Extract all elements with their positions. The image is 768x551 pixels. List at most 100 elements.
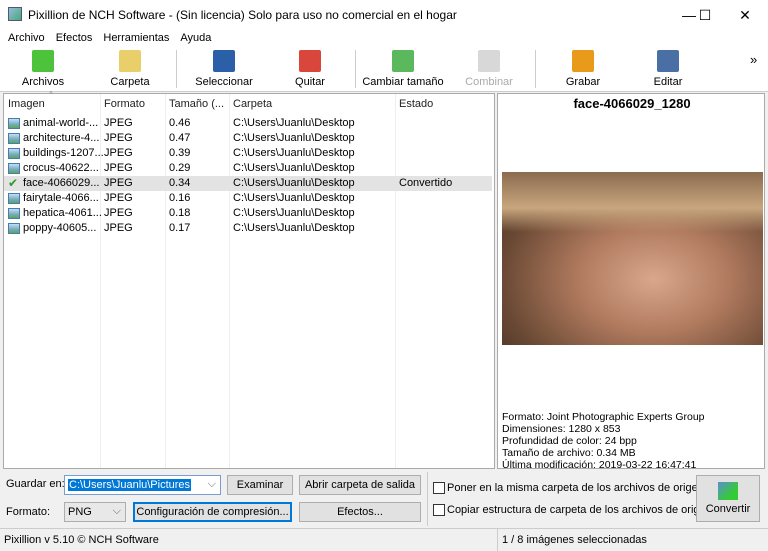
- cell-folder: C:\Users\Juanlu\Desktop: [233, 132, 355, 144]
- maximize-button[interactable]: ☐: [690, 4, 720, 26]
- file-list[interactable]: Imagen Formato Tamaño (... Carpeta Estado ^ an…: [3, 90, 495, 469]
- cell-folder: C:\Users\Juanlu\Desktop: [233, 192, 355, 204]
- toolbar-label: Seleccionar: [195, 76, 253, 88]
- info-file-size: Tamaño de archivo: 0.34 MB: [502, 447, 636, 459]
- preview-panel: face-4066029_1280 Formato: Joint Photogr…: [497, 93, 765, 471]
- table-row[interactable]: buildings-1207... JPEG 0.39 C:\Users\Juanlu…: [4, 146, 492, 161]
- preview-title: face-4066029_1280: [573, 96, 691, 111]
- save-folder-combo[interactable]: C:\Users\Juanlu\Pictures ⌵: [64, 475, 221, 495]
- toolbar-label: Archivos: [21, 76, 65, 88]
- toolbar-editar-button[interactable]: Editar: [630, 48, 706, 90]
- table-row[interactable]: hepatica-4061... JPEG 0.18 C:\Users\Juanlu\…: [4, 206, 492, 221]
- toolbar-cambiar-tamaño-button[interactable]: Cambiar tamaño: [358, 48, 448, 90]
- table-row[interactable]: ✔ face-4066029... JPEG 0.34 C:\Users\Juanlu\…: [4, 176, 492, 191]
- cell-size: 0.39: [169, 147, 191, 159]
- toolbar-overflow-button[interactable]: »: [750, 52, 757, 67]
- save-label: Guardar en:: [6, 478, 65, 490]
- window-title: Pixillion de NCH Software - (Sin licenci…: [28, 8, 457, 22]
- cell-format: JPEG: [104, 177, 133, 189]
- cell-size: 0.46: [169, 117, 191, 129]
- remove-icon: [299, 50, 321, 72]
- toolbar-archivos-button[interactable]: Archivos: [5, 48, 81, 90]
- cell-name: poppy-40605...: [23, 222, 97, 234]
- convert-icon: [718, 482, 738, 500]
- plus-icon: [32, 50, 54, 72]
- image-file-icon: [8, 163, 20, 174]
- image-file-icon: [8, 118, 20, 129]
- column-header[interactable]: Tamaño (...: [169, 98, 224, 110]
- format-select[interactable]: PNG ⌵: [64, 502, 126, 522]
- cell-folder: C:\Users\Juanlu\Desktop: [233, 147, 355, 159]
- status-version: Pixillion v 5.10 © NCH Software: [4, 534, 159, 546]
- cell-size: 0.18: [169, 207, 191, 219]
- format-label: Formato:: [6, 506, 51, 518]
- menu-ayuda[interactable]: Ayuda: [180, 32, 211, 44]
- checklist-icon: [213, 50, 235, 72]
- cell-folder: C:\Users\Juanlu\Desktop: [233, 222, 355, 234]
- cell-name: animal-world-...: [23, 117, 99, 129]
- format-value: PNG: [68, 506, 92, 518]
- save-folder-value: C:\Users\Juanlu\Pictures: [68, 479, 192, 491]
- toolbar-label: Editar: [653, 76, 683, 88]
- close-button[interactable]: ✕: [730, 4, 760, 26]
- table-row[interactable]: fairytale-4066... JPEG 0.16 C:\Users\Juanlu…: [4, 191, 492, 206]
- effects-button[interactable]: Efectos...: [299, 502, 421, 522]
- cell-size: 0.16: [169, 192, 191, 204]
- sort-arrow-icon: ^: [49, 90, 53, 99]
- image-file-icon: [8, 148, 20, 159]
- toolbar-separator: [355, 50, 356, 88]
- convert-label: Convertir: [705, 503, 751, 515]
- cell-folder: C:\Users\Juanlu\Desktop: [233, 207, 355, 219]
- copy-structure-checkbox[interactable]: [433, 504, 445, 516]
- column-header[interactable]: Imagen: [8, 98, 45, 110]
- toolbar-separator: [176, 50, 177, 88]
- cell-format: JPEG: [104, 222, 133, 234]
- image-file-icon: [8, 193, 20, 204]
- table-row[interactable]: animal-world-... JPEG 0.46 C:\Users\Juanlu\…: [4, 116, 492, 131]
- status-selection: 1 / 8 imágenes seleccionadas: [502, 534, 647, 546]
- status-bar: Pixillion v 5.10 © NCH Software 1 / 8 im…: [0, 528, 768, 551]
- title-bar: Pixillion de NCH Software - (Sin licenci…: [0, 0, 768, 30]
- same-folder-label: Poner en la misma carpeta de los archivo…: [447, 482, 704, 494]
- toolbar-grabar-button[interactable]: Grabar: [545, 48, 621, 90]
- cell-name: hepatica-4061...: [23, 207, 102, 219]
- cell-format: JPEG: [104, 192, 133, 204]
- cell-format: JPEG: [104, 132, 133, 144]
- toolbar-label: Grabar: [565, 76, 601, 88]
- info-dimensions: Dimensiones: 1280 x 853: [502, 423, 621, 435]
- browse-button[interactable]: Examinar: [227, 475, 293, 495]
- column-header[interactable]: Formato: [104, 98, 145, 110]
- cell-size: 0.17: [169, 222, 191, 234]
- compression-settings-button[interactable]: Configuración de compresión...: [133, 502, 292, 522]
- table-row[interactable]: architecture-4... JPEG 0.47 C:\Users\Juanlu…: [4, 131, 492, 146]
- toolbar-carpeta-button[interactable]: Carpeta: [90, 48, 170, 90]
- menu-archivo[interactable]: Archivo: [8, 32, 45, 44]
- check-icon: ✔: [8, 176, 19, 190]
- convert-button[interactable]: Convertir: [696, 475, 760, 522]
- toolbar-label: Combinar: [465, 76, 513, 88]
- toolbar: Archivos Carpeta Seleccionar Quitar Cambiar …: [0, 46, 768, 92]
- toolbar-seleccionar-button[interactable]: Seleccionar: [187, 48, 261, 90]
- toolbar-separator: [535, 50, 536, 88]
- divider: [497, 529, 498, 551]
- chevron-down-icon: ⌵: [112, 505, 121, 517]
- column-header[interactable]: Carpeta: [233, 98, 272, 110]
- cell-format: JPEG: [104, 147, 133, 159]
- cell-name: crocus-40622...: [23, 162, 99, 174]
- cell-status: Convertido: [399, 177, 453, 189]
- combine-icon: [478, 50, 500, 72]
- toolbar-label: Cambiar tamaño: [362, 76, 444, 88]
- cell-format: JPEG: [104, 117, 133, 129]
- table-row[interactable]: poppy-40605... JPEG 0.17 C:\Users\Juanlu\De…: [4, 221, 492, 236]
- menu-efectos[interactable]: Efectos: [56, 32, 93, 44]
- column-header[interactable]: Estado: [399, 98, 433, 110]
- open-output-folder-button[interactable]: Abrir carpeta de salida: [299, 475, 421, 495]
- resize-icon: [392, 50, 414, 72]
- image-file-icon: [8, 223, 20, 234]
- toolbar-quitar-button[interactable]: Quitar: [272, 48, 348, 90]
- same-folder-checkbox[interactable]: [433, 482, 445, 494]
- cell-name: buildings-1207...: [23, 147, 104, 159]
- menu-herramientas[interactable]: Herramientas: [103, 32, 169, 44]
- table-row[interactable]: crocus-40622... JPEG 0.29 C:\Users\Juanlu\D…: [4, 161, 492, 176]
- cell-folder: C:\Users\Juanlu\Desktop: [233, 117, 355, 129]
